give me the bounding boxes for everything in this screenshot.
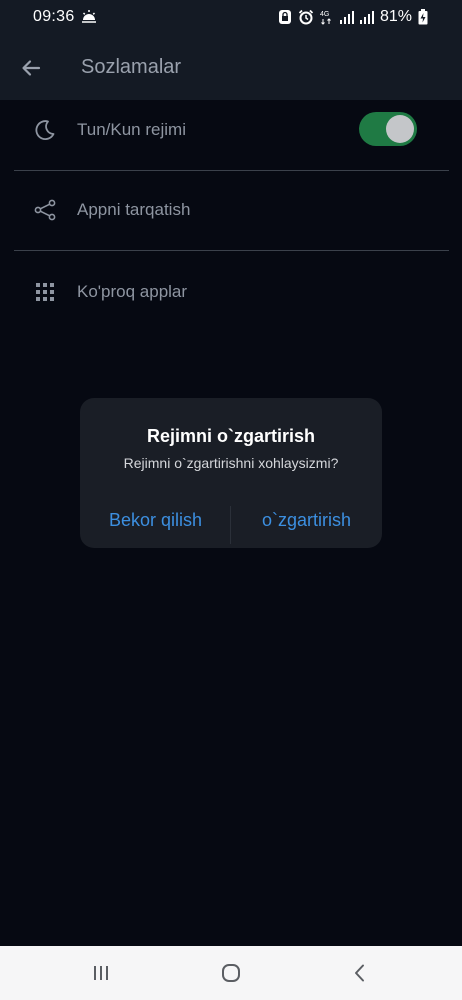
app-header: Sozlamalar [0,36,462,100]
moon-icon [33,118,57,142]
toggle-thumb [386,115,414,143]
battery-percent: 81% [379,8,412,25]
recent-apps-icon[interactable] [89,961,113,985]
weather-icon [81,9,97,25]
settings-item-label: Appni tarqatish [77,200,191,219]
svg-text:4G: 4G [320,11,329,18]
alarm-icon [298,9,314,25]
confirm-button[interactable]: o`zgartirish [231,500,382,540]
lock-notification-icon [278,9,292,25]
status-bar: 09:36 4G 81% [0,0,462,36]
page-title: Sozlamalar [81,56,182,78]
status-indicators: 4G 81% [278,8,428,26]
battery-charging-icon [418,9,428,25]
cancel-button[interactable]: Bekor qilish [80,500,231,540]
network-type-icon: 4G [320,9,334,25]
confirm-dialog: Rejimni o`zgartirish Rejimni o`zgartiris… [80,398,382,548]
screen: 09:36 4G 81% Sozlamalar Tun/Kun rejimi A… [0,0,462,1000]
settings-item-label: Tun/Kun rejimi [77,120,186,139]
back-chevron-icon[interactable] [348,961,372,985]
status-time: 09:36 [33,8,75,25]
dialog-title: Rejimni o`zgartirish [146,426,316,446]
settings-item-more-apps[interactable]: Ko'proq applar [0,251,462,331]
settings-item-label: Ko'proq applar [77,282,188,301]
home-icon[interactable] [219,961,243,985]
signal-icon [339,10,354,24]
system-nav-bar [0,946,462,1000]
signal-icon-2 [359,10,374,24]
dialog-message: Rejimni o`zgartirishni xohlaysizmi? [123,455,339,471]
theme-toggle[interactable] [359,112,417,146]
share-icon [33,198,57,222]
grid-icon [33,280,57,304]
arrow-left-icon[interactable] [18,55,44,81]
settings-item-share[interactable]: Appni tarqatish [0,170,462,250]
